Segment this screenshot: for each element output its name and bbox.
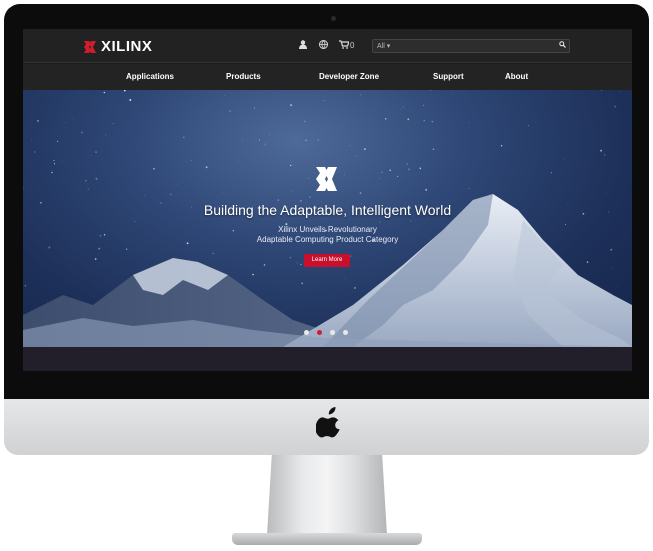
xilinx-mark-icon: [316, 167, 337, 191]
carousel-dot[interactable]: [343, 330, 348, 335]
search-icon[interactable]: [555, 39, 569, 53]
cart-count: 0: [350, 41, 355, 50]
hero-background: [23, 90, 632, 347]
brand-name: XILINX: [101, 38, 153, 55]
hero-subtitle: Xilinx Unveils Revolutionary Adaptable C…: [23, 225, 632, 245]
nav-item-about[interactable]: About: [505, 72, 528, 81]
hero-subtitle-line-1: Xilinx Unveils Revolutionary: [278, 225, 377, 234]
site-header: XILINX 0 All ▾: [23, 29, 632, 63]
main-nav: Applications Products Developer Zone Sup…: [23, 64, 632, 90]
camera-dot: [331, 16, 336, 21]
hero-title: Building the Adaptable, Intelligent Worl…: [203, 202, 452, 218]
carousel-dot-active[interactable]: [317, 330, 322, 335]
search-scope-dropdown[interactable]: All ▾: [377, 42, 390, 50]
cart-icon[interactable]: [339, 40, 350, 51]
nav-item-developer-zone[interactable]: Developer Zone: [319, 72, 379, 81]
apple-logo-icon: [316, 407, 340, 438]
user-icon[interactable]: [299, 40, 307, 51]
nav-item-support[interactable]: Support: [433, 72, 464, 81]
xilinx-logo-icon: [84, 40, 96, 53]
globe-icon[interactable]: [319, 40, 328, 51]
carousel-dot[interactable]: [330, 330, 335, 335]
nav-item-applications[interactable]: Applications: [126, 72, 174, 81]
hero-banner: Building the Adaptable, Intelligent Worl…: [23, 90, 632, 347]
monitor-stand-base: [232, 533, 422, 545]
screen: XILINX 0 All ▾ Applications Products Dev…: [23, 29, 632, 371]
nav-item-products[interactable]: Products: [226, 72, 261, 81]
carousel-dot[interactable]: [304, 330, 309, 335]
carousel-dots: [304, 330, 348, 335]
learn-more-button[interactable]: Learn More: [304, 254, 350, 267]
content-strip: [23, 347, 632, 371]
monitor-stand: [267, 455, 387, 535]
hero-subtitle-line-2: Adaptable Computing Product Category: [256, 235, 399, 244]
search-input[interactable]: All ▾: [372, 39, 570, 53]
brand-logo[interactable]: XILINX: [83, 38, 152, 55]
